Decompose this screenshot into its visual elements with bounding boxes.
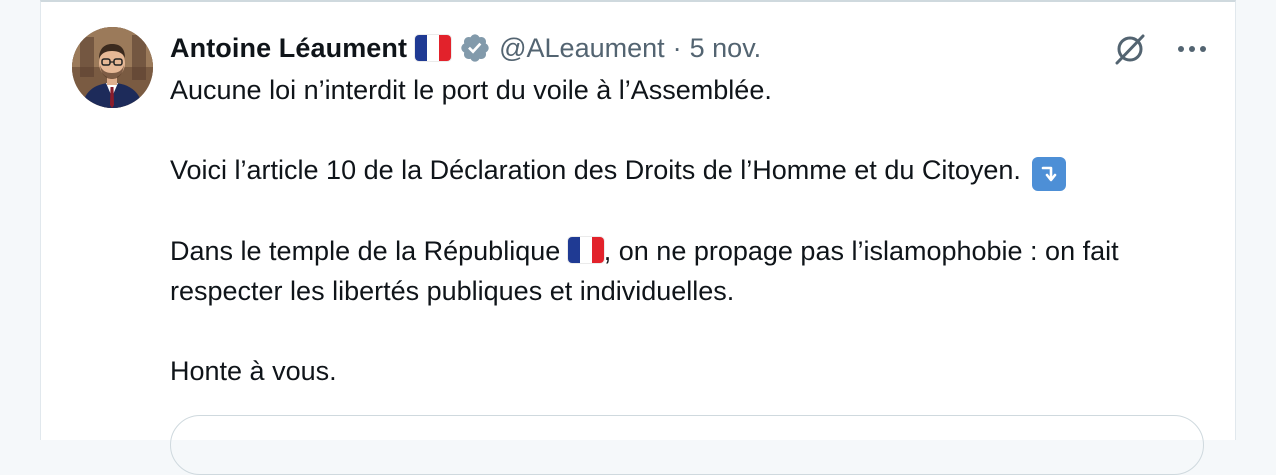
arrow-down-right-icon <box>1032 157 1067 191</box>
author-avatar[interactable] <box>72 27 153 108</box>
author-handle[interactable]: @ALeaument <box>499 33 665 64</box>
tweet-actions-top <box>1111 30 1211 68</box>
france-flag-icon <box>415 35 452 61</box>
tweet-date[interactable]: 5 nov. <box>690 33 762 64</box>
tweet-header: Antoine Léaument @ALeaument · 5 nov. <box>170 28 761 68</box>
verified-badge-icon[interactable] <box>459 32 491 64</box>
tweet-line-1: Aucune loi n’interdit le port du voile à… <box>170 75 772 105</box>
tweet-line-2: Voici l’article 10 de la Déclaration des… <box>170 150 1200 191</box>
quoted-media-card[interactable] <box>170 415 1204 475</box>
france-flag-inline-icon <box>567 237 604 263</box>
profile-photo-icon <box>72 27 153 108</box>
separator-dot: · <box>672 32 682 63</box>
tweet-line-3-before: Dans le temple de la République <box>170 236 561 266</box>
tweet-line-3: Dans le temple de la République , on ne … <box>170 231 1200 311</box>
tweet-line-4: Honte à vous. <box>170 356 337 386</box>
more-icon[interactable] <box>1173 30 1211 68</box>
author-name[interactable]: Antoine Léaument <box>170 33 407 64</box>
tweet-text: Aucune loi n’interdit le port du voile à… <box>170 70 1200 391</box>
tweet-line-2-text: Voici l’article 10 de la Déclaration des… <box>170 155 1021 185</box>
grok-icon[interactable] <box>1111 30 1149 68</box>
tweet-card[interactable]: Antoine Léaument @ALeaument · 5 nov. Auc… <box>40 0 1236 475</box>
